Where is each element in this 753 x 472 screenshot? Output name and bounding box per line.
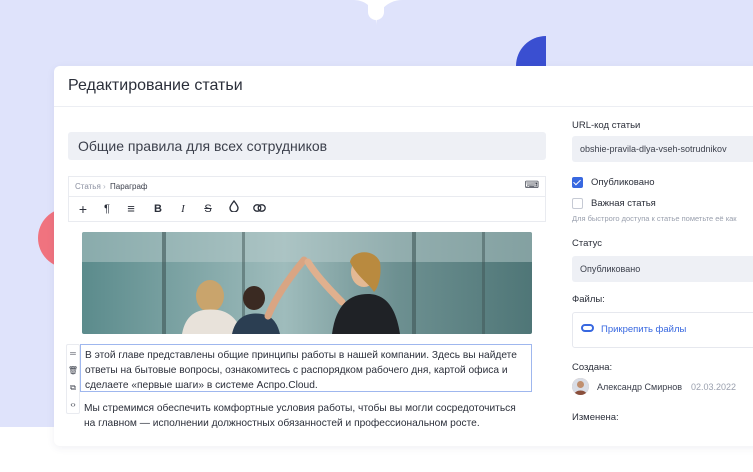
trash-icon[interactable]: 🗑 <box>67 362 79 379</box>
attach-files-label: Прикрепить файлы <box>601 324 687 335</box>
important-label: Важная статья <box>591 198 656 209</box>
paperclip-icon <box>581 324 594 332</box>
background-notch <box>368 0 384 20</box>
created-label: Создана: <box>572 362 613 373</box>
keyboard-icon[interactable]: ⌨ <box>525 180 539 191</box>
author-name[interactable]: Александр Смирнов <box>597 382 682 392</box>
copy-icon[interactable]: ⧉ <box>67 379 79 396</box>
link-icon[interactable] <box>249 200 269 218</box>
code-icon[interactable]: ‹› <box>67 396 79 413</box>
published-checkbox[interactable] <box>572 177 583 188</box>
status-select[interactable]: Опубликовано <box>572 256 753 282</box>
article-editor-card: Редактирование статьи Общие правила для … <box>54 66 753 446</box>
breadcrumb-item-article[interactable]: Статья <box>75 182 101 191</box>
url-label: URL-код статьи <box>572 120 641 131</box>
editor-toolbar: + ¶ ≡ B I S <box>68 196 546 222</box>
article-title-input[interactable]: Общие правила для всех сотрудников <box>68 132 546 160</box>
published-label: Опубликовано <box>591 177 655 188</box>
important-hint: Для быстрого доступа к статье пометьте е… <box>572 214 737 223</box>
bold-icon[interactable]: B <box>148 200 168 218</box>
color-drop-icon[interactable] <box>224 199 244 218</box>
editor-breadcrumb: Статья › Параграф ⌨ <box>68 176 546 196</box>
files-label: Файлы: <box>572 294 605 305</box>
paragraph-icon[interactable]: ¶ <box>97 200 117 218</box>
modified-label: Изменена: <box>572 412 619 423</box>
breadcrumb-item-paragraph[interactable]: Параграф <box>110 182 148 191</box>
italic-icon[interactable]: I <box>173 200 193 218</box>
attach-files-button[interactable]: Прикрепить файлы <box>572 312 753 348</box>
author-avatar <box>572 378 589 395</box>
created-date: 02.03.2022 <box>691 382 737 392</box>
article-photo[interactable] <box>82 232 532 334</box>
strikethrough-icon[interactable]: S <box>198 200 218 218</box>
add-icon[interactable]: + <box>73 200 93 218</box>
important-checkbox[interactable] <box>572 198 583 209</box>
paragraph-block-selected[interactable]: В этой главе представлены общие принципы… <box>80 344 532 392</box>
url-input[interactable]: obshie-pravila-dlya-vseh-sotrudnikov <box>572 136 753 162</box>
align-icon[interactable]: ≡ <box>121 200 141 218</box>
rich-text-editor: Статья › Параграф ⌨ + ¶ ≡ B I S ═ 🗑 ⧉ ‹›… <box>66 172 546 472</box>
status-label: Статус <box>572 238 603 249</box>
breadcrumb-separator: › <box>103 182 106 191</box>
drag-handle-icon[interactable]: ═ <box>67 345 79 362</box>
page-title: Редактирование статьи <box>68 77 243 94</box>
card-header: Редактирование статьи <box>54 66 753 107</box>
block-side-tools: ═ 🗑 ⧉ ‹› <box>66 344 80 414</box>
